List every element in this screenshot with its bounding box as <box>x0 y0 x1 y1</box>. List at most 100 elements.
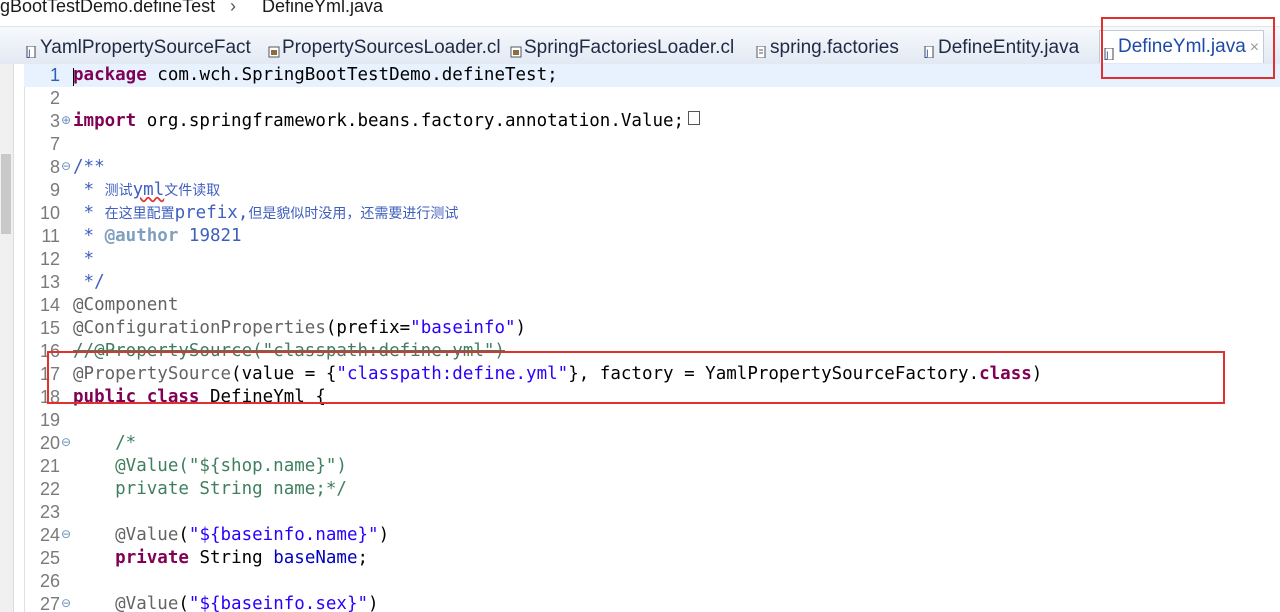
code-line[interactable]: 23 <box>24 501 1280 524</box>
code-line[interactable]: 13 */ <box>24 271 1280 294</box>
code-text: package com.wch.SpringBootTestDemo.defin… <box>73 65 558 85</box>
code-text: private String baseName; <box>73 548 368 568</box>
svg-text:J: J <box>925 49 929 58</box>
line-number: 11 <box>41 226 60 246</box>
code-line[interactable]: 3 ⊕ import org.springframework.beans.fac… <box>24 110 1280 133</box>
collapse-fold-icon[interactable]: ⊖ <box>61 159 71 173</box>
svg-text:J: J <box>1105 51 1109 60</box>
line-number: 10 <box>39 203 60 223</box>
code-line[interactable]: 2 <box>24 87 1280 110</box>
code-line[interactable]: 14 @Component <box>24 294 1280 317</box>
keyword: class <box>146 387 200 407</box>
line-number: 20 <box>39 433 60 453</box>
ruler-thumb[interactable] <box>1 154 11 234</box>
line-number: 9 <box>49 180 60 200</box>
code-line[interactable]: 22 private String name;*/ <box>24 478 1280 501</box>
svg-text:J: J <box>27 49 31 58</box>
line-number: 1 <box>49 65 60 85</box>
line-number: 19 <box>39 410 60 430</box>
code-line[interactable]: 26 <box>24 570 1280 593</box>
code-line[interactable]: 17 @PropertySource(value = {"classpath:d… <box>24 363 1280 386</box>
code-editor[interactable]: 1 package com.wch.SpringBootTestDemo.def… <box>24 64 1280 612</box>
code-line[interactable]: 25 private String baseName; <box>24 547 1280 570</box>
javadoc-text: 测试 <box>104 183 133 199</box>
collapse-fold-icon[interactable]: ⊖ <box>61 596 71 610</box>
text-file-icon <box>756 40 766 59</box>
close-icon[interactable]: × <box>1250 39 1259 56</box>
tab-define-entity[interactable]: J DefineEntity.java <box>924 35 1079 61</box>
code-text: private String name;*/ <box>73 479 347 499</box>
code-line[interactable]: 11 * @author 19821 <box>24 225 1280 248</box>
line-number: 23 <box>39 502 60 522</box>
collapsed-imports-icon[interactable] <box>688 111 701 125</box>
code-line[interactable]: 24 ⊖ @Value("${baseinfo.name}") <box>24 524 1280 547</box>
overview-ruler[interactable] <box>0 64 14 612</box>
line-number: 15 <box>39 318 60 338</box>
code-line[interactable]: 9 * 测试yml文件读取 <box>24 179 1280 202</box>
keyword: package <box>73 65 147 85</box>
type-name: String <box>188 548 274 568</box>
annotation: @PropertySource <box>73 364 232 384</box>
code-text: @Value("${shop.name}") <box>73 456 347 476</box>
code-line[interactable]: 20 ⊖ /* <box>24 432 1280 455</box>
line-number: 16 <box>39 341 60 361</box>
javadoc-text: yml <box>132 180 165 200</box>
code-punct: ) <box>378 525 390 545</box>
code-text: @Value("${baseinfo.name}") <box>73 525 389 545</box>
annotation: @Value <box>73 525 179 545</box>
tab-spring-factories[interactable]: spring.factories <box>756 35 899 61</box>
tab-yaml-property-source-factory[interactable]: J YamlPropertySourceFact <box>26 35 251 61</box>
field-name: baseName <box>273 548 358 568</box>
code-line[interactable]: 19 <box>24 409 1280 432</box>
code-line[interactable]: 8 ⊖ /** <box>24 156 1280 179</box>
class-name: DefineYml { <box>199 387 326 407</box>
code-line[interactable]: 16 //@PropertySource("classpath:define.y… <box>24 340 1280 363</box>
code-text: import org.springframework.beans.factory… <box>73 111 701 131</box>
keyword: public <box>73 387 137 407</box>
code-punct: }, factory = YamlPropertySourceFactory. <box>568 364 980 384</box>
class-file-icon <box>510 40 522 58</box>
breadcrumb-package[interactable]: gBootTestDemo.defineTest <box>0 0 215 15</box>
code-text: @Component <box>73 295 179 315</box>
string-literal: "${baseinfo.name}" <box>188 525 379 545</box>
line-number: 7 <box>49 134 60 154</box>
code-text: @Value("${baseinfo.sex}") <box>73 594 379 612</box>
code-line[interactable]: 10 * 在这里配置prefix,但是貌似时没用，还需要进行测试 <box>24 202 1280 225</box>
annotation: @Value <box>73 594 179 612</box>
expand-fold-icon[interactable]: ⊕ <box>61 113 71 127</box>
code-line[interactable]: 21 @Value("${shop.name}") <box>24 455 1280 478</box>
tab-spring-factories-loader[interactable]: SpringFactoriesLoader.cl <box>510 35 734 61</box>
tab-property-sources-loader[interactable]: PropertySourcesLoader.cl <box>268 35 501 61</box>
code-line[interactable]: 7 <box>24 133 1280 156</box>
string-literal: "${baseinfo.sex}" <box>188 594 369 612</box>
code-punct: ) <box>1031 364 1043 384</box>
code-text: * 测试yml文件读取 <box>73 180 221 200</box>
breadcrumb-separator: › <box>230 0 236 16</box>
breadcrumb-file[interactable]: DefineYml.java <box>262 0 383 15</box>
code-line[interactable]: 1 package com.wch.SpringBootTestDemo.def… <box>24 64 1280 87</box>
tab-define-yml[interactable]: J DefineYml.java × <box>1099 30 1265 63</box>
code-text: //@PropertySource("classpath:define.yml"… <box>73 341 505 361</box>
javadoc-text: 在这里配置 <box>104 206 175 222</box>
tab-label: SpringFactoriesLoader.cl <box>524 37 735 58</box>
code-line[interactable]: 18 public class DefineYml { <box>24 386 1280 409</box>
collapse-fold-icon[interactable]: ⊖ <box>61 527 71 541</box>
code-line[interactable]: 27 ⊖ @Value("${baseinfo.sex}") <box>24 593 1280 612</box>
line-number: 27 <box>39 594 60 612</box>
code-line[interactable]: 12 * <box>24 248 1280 271</box>
code-text: public class DefineYml { <box>73 387 326 407</box>
code-line[interactable]: 15 @ConfigurationProperties(prefix="base… <box>24 317 1280 340</box>
javadoc-text: 文件读取 <box>164 183 221 199</box>
code-punct: ( <box>178 525 189 545</box>
code-text: /** <box>73 157 105 177</box>
javadoc-star: * <box>73 180 105 200</box>
keyword: import <box>73 111 137 131</box>
code-text: @ConfigurationProperties(prefix="baseinf… <box>73 318 526 338</box>
javadoc-text: 19821 <box>178 226 242 246</box>
line-number: 22 <box>39 479 60 499</box>
code-punct: ) <box>368 594 379 612</box>
annotation: @ConfigurationProperties <box>73 318 326 338</box>
code-text: /* <box>73 433 137 453</box>
collapse-fold-icon[interactable]: ⊖ <box>61 435 71 449</box>
